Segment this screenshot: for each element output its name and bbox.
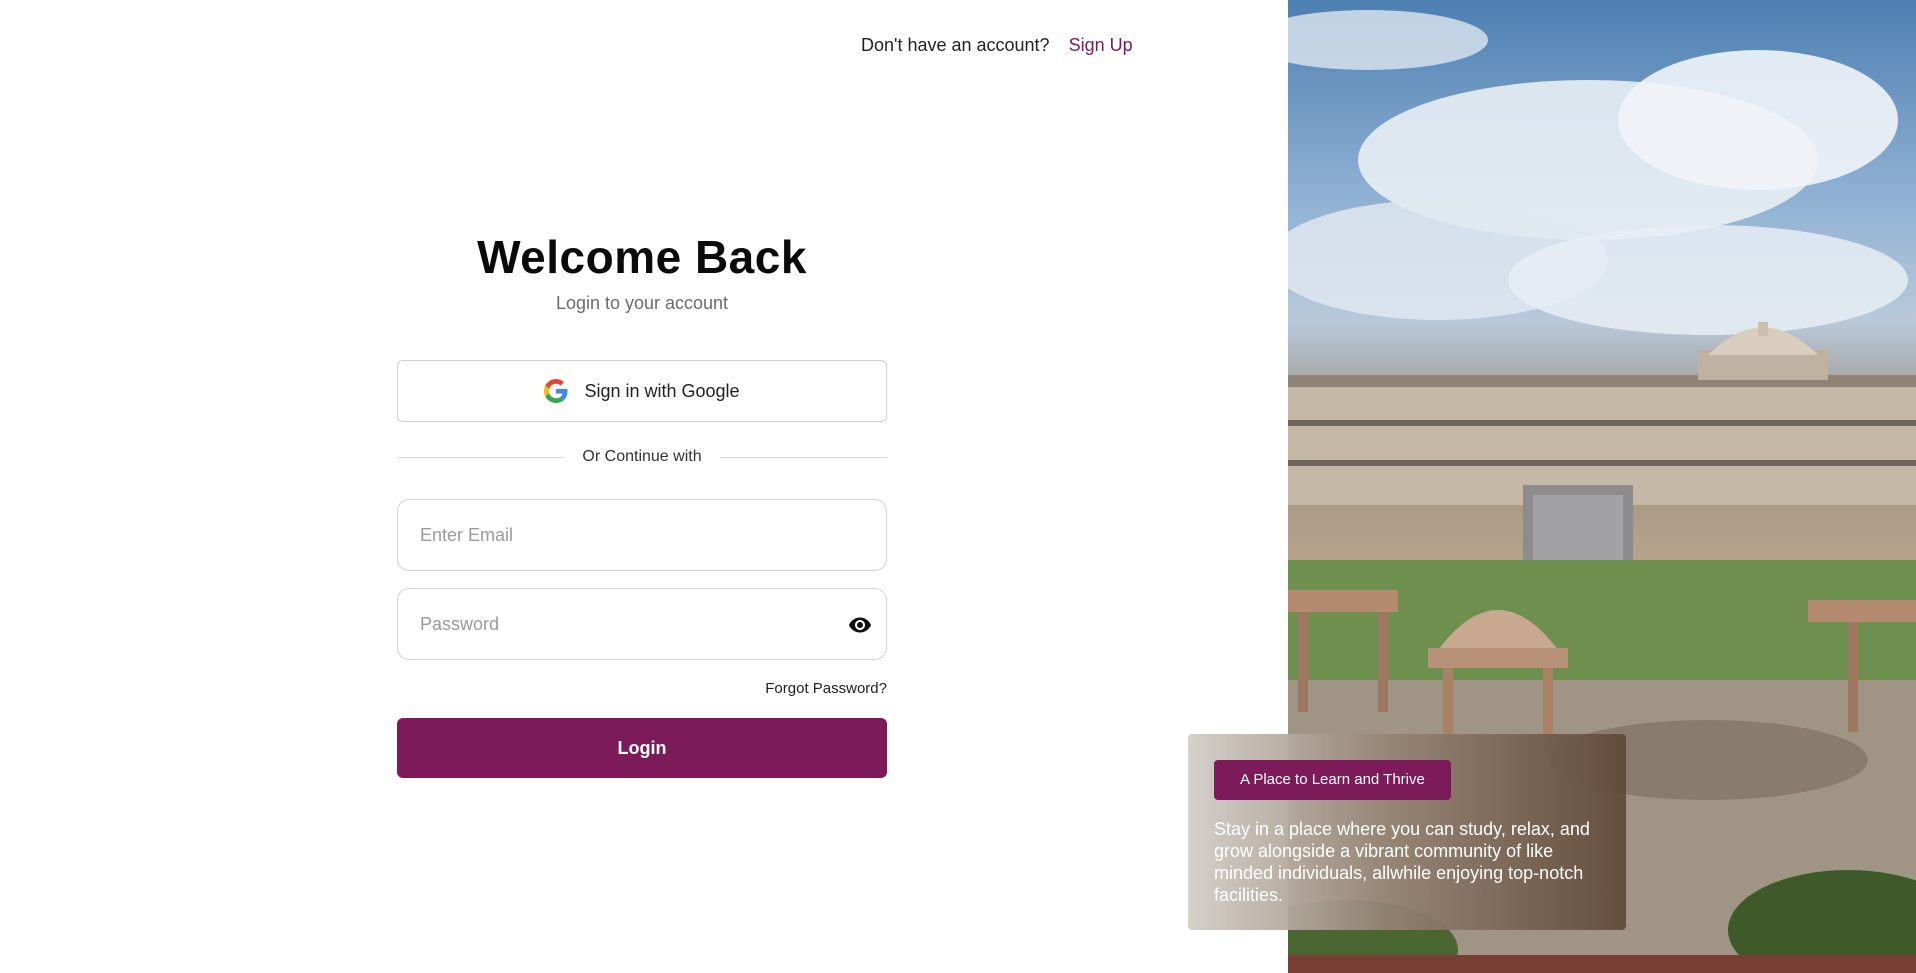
google-g-icon [544,379,568,403]
login-form: Welcome Back Login to your account Sign … [397,230,888,778]
divider-text: Or Continue with [582,448,702,465]
hero-badge: A Place to Learn and Thrive [1214,760,1451,800]
email-field-wrapper [397,499,887,571]
google-signin-label: Sign in with Google [584,380,740,401]
eye-icon[interactable] [846,611,874,639]
page-subtitle: Login to your account [555,293,729,313]
forgot-password-link[interactable]: Forgot Password? [765,680,887,697]
signup-prompt-text: Don't have an account? [861,35,1050,55]
email-field[interactable] [398,500,886,570]
signup-link[interactable]: Sign Up [1069,35,1133,55]
password-field-wrapper [397,588,887,660]
password-field[interactable] [398,589,886,659]
login-page: Don't have an account? Sign Up Welcome B… [0,0,1916,973]
hero-caption-text: Stay in a place where you can study, rel… [1214,819,1590,905]
page-title: Welcome Back [477,231,807,283]
or-divider: Or Continue with [397,447,888,467]
signup-prompt-row: Don't have an account? Sign Up [861,33,1133,57]
divider-line-right [719,456,888,458]
login-button[interactable]: Login [397,718,887,778]
google-signin-button[interactable]: Sign in with Google [397,360,887,422]
divider-line-left [397,456,565,458]
hero-caption-card: A Place to Learn and Thrive Stay in a pl… [1188,734,1626,930]
